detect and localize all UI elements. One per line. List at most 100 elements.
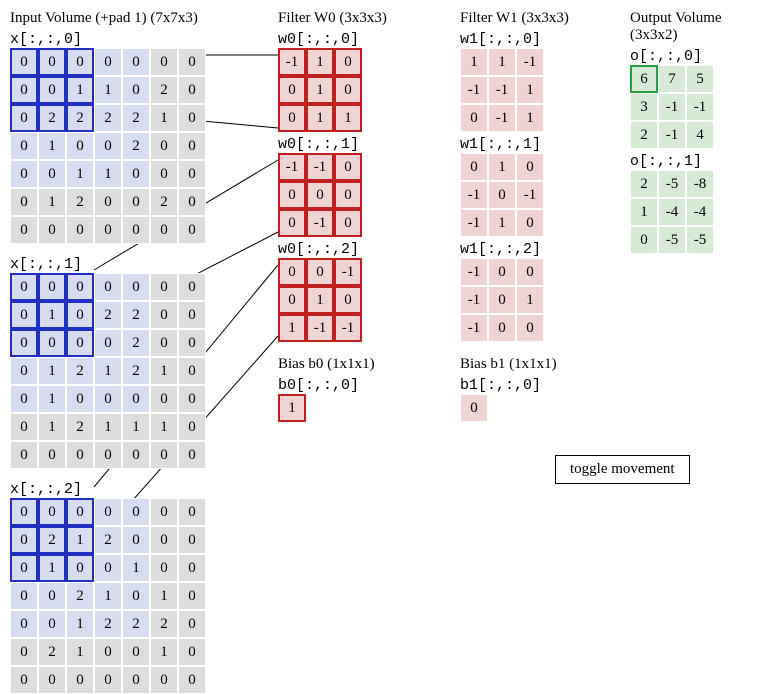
label-x0: x[:,:,0] xyxy=(10,31,265,48)
cell: 1 xyxy=(306,104,334,132)
label-x1: x[:,:,1] xyxy=(10,256,265,273)
label-o1: o[:,:,1] xyxy=(630,153,770,170)
bias0-grid: 1 xyxy=(278,394,418,422)
cell: 0 xyxy=(150,216,178,244)
cell: 0 xyxy=(178,554,206,582)
cell: 2 xyxy=(66,582,94,610)
cell: 0 xyxy=(10,48,38,76)
cell: 0 xyxy=(178,76,206,104)
cell: 1 xyxy=(278,394,306,422)
cell: 0 xyxy=(488,286,516,314)
cell: -5 xyxy=(658,226,686,254)
label-x2: x[:,:,2] xyxy=(10,481,265,498)
cell: 0 xyxy=(94,273,122,301)
cell: 0 xyxy=(122,638,150,666)
input-column: Input Volume (+pad 1) (7x7x3) x[:,:,0] 0… xyxy=(10,10,265,694)
cell: -1 xyxy=(686,93,714,121)
cell: 2 xyxy=(94,104,122,132)
cell: -1 xyxy=(334,258,362,286)
cell: 0 xyxy=(122,526,150,554)
cell: 2 xyxy=(122,329,150,357)
cell: 0 xyxy=(66,498,94,526)
cell: 0 xyxy=(150,48,178,76)
cell: 0 xyxy=(10,273,38,301)
output-grid-0: 6753-1-12-14 xyxy=(630,65,770,149)
cell: 2 xyxy=(66,357,94,385)
cell: 0 xyxy=(10,582,38,610)
filter0-column: Filter W0 (3x3x3) w0[:,:,0] -110010011 w… xyxy=(278,10,418,422)
cell: 1 xyxy=(38,132,66,160)
cell: 0 xyxy=(122,273,150,301)
cell: 2 xyxy=(38,104,66,132)
cell: -1 xyxy=(460,258,488,286)
cell: 0 xyxy=(38,273,66,301)
cell: 1 xyxy=(38,385,66,413)
cell: 0 xyxy=(94,216,122,244)
cell: 0 xyxy=(150,441,178,469)
cell: 0 xyxy=(66,301,94,329)
cell: 0 xyxy=(178,357,206,385)
cell: 0 xyxy=(94,132,122,160)
cell: 0 xyxy=(122,498,150,526)
cell: 0 xyxy=(38,498,66,526)
cell: -4 xyxy=(686,198,714,226)
cell: 0 xyxy=(66,385,94,413)
cell: 0 xyxy=(516,153,544,181)
cell: 1 xyxy=(66,610,94,638)
cell: 2 xyxy=(122,610,150,638)
label-w02: w0[:,:,2] xyxy=(278,241,418,258)
cell: 1 xyxy=(94,357,122,385)
cell: 2 xyxy=(122,301,150,329)
cell: 3 xyxy=(630,93,658,121)
cell: 1 xyxy=(306,286,334,314)
cell: 0 xyxy=(122,216,150,244)
filter0-grid-1: -1-100000-10 xyxy=(278,153,418,237)
toggle-movement-button[interactable]: toggle movement xyxy=(555,455,690,484)
cell: 0 xyxy=(10,413,38,441)
cell: 0 xyxy=(122,48,150,76)
cell: 0 xyxy=(122,582,150,610)
cell: 0 xyxy=(178,188,206,216)
cell: 2 xyxy=(38,638,66,666)
cell: 0 xyxy=(94,48,122,76)
cell: 0 xyxy=(334,153,362,181)
cell: 0 xyxy=(122,385,150,413)
cell: 2 xyxy=(150,76,178,104)
cell: 0 xyxy=(178,610,206,638)
cell: -1 xyxy=(460,314,488,342)
cell: 0 xyxy=(94,385,122,413)
cell: 0 xyxy=(334,76,362,104)
cell: 7 xyxy=(658,65,686,93)
cell: 0 xyxy=(10,610,38,638)
cell: 2 xyxy=(94,610,122,638)
cell: 0 xyxy=(38,76,66,104)
cell: 0 xyxy=(38,582,66,610)
cell: -1 xyxy=(516,181,544,209)
cell: 0 xyxy=(10,554,38,582)
cell: 0 xyxy=(278,181,306,209)
filter0-grid-2: 00-10101-1-1 xyxy=(278,258,418,342)
cell: 2 xyxy=(630,170,658,198)
input-grid-x1: 0000000010220000002000121210010000001211… xyxy=(10,273,265,469)
cell: 6 xyxy=(630,65,658,93)
cell: 0 xyxy=(150,498,178,526)
cell: -1 xyxy=(460,181,488,209)
cell: 0 xyxy=(10,526,38,554)
filter0-grid-0: -110010011 xyxy=(278,48,418,132)
cell: 0 xyxy=(66,48,94,76)
cell: 2 xyxy=(122,132,150,160)
cell: 0 xyxy=(516,209,544,237)
cell: -4 xyxy=(658,198,686,226)
cell: 0 xyxy=(278,209,306,237)
cell: 0 xyxy=(178,132,206,160)
cell: 0 xyxy=(460,104,488,132)
cell: 0 xyxy=(278,286,306,314)
cell: 2 xyxy=(66,104,94,132)
cell: 0 xyxy=(94,554,122,582)
cell: 0 xyxy=(178,582,206,610)
filter1-grid-0: 11-1-1-110-11 xyxy=(460,48,600,132)
label-w01: w0[:,:,1] xyxy=(278,136,418,153)
cell: 0 xyxy=(178,385,206,413)
cell: 1 xyxy=(94,582,122,610)
cell: 0 xyxy=(150,160,178,188)
